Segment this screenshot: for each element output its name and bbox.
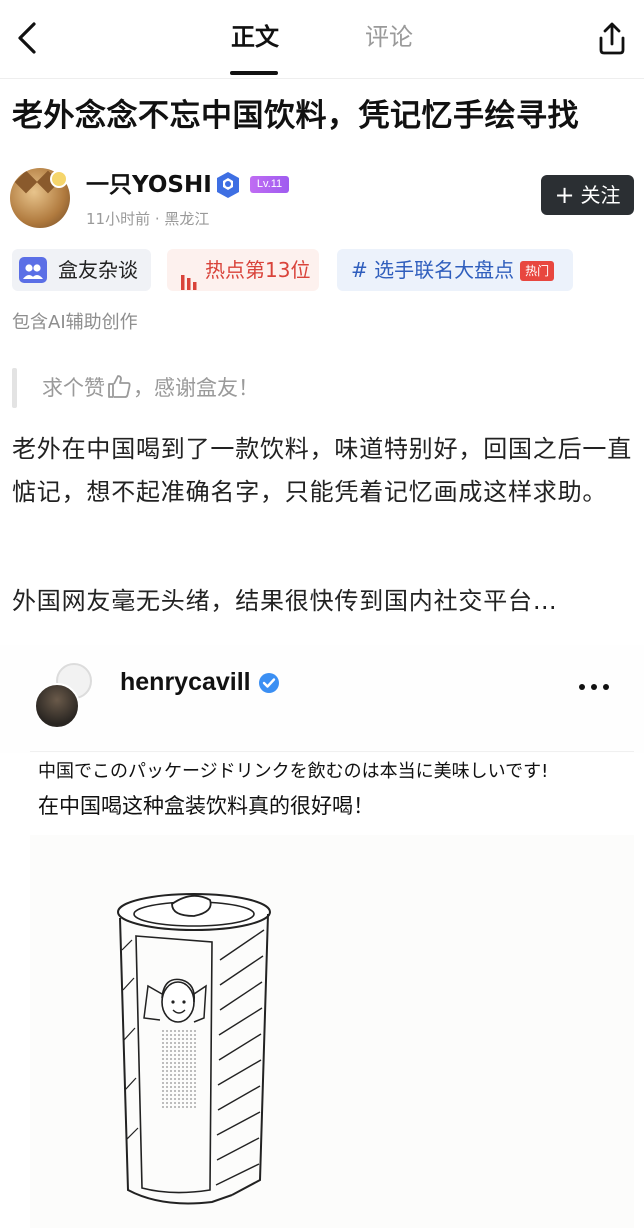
- more-options-icon: [577, 679, 611, 695]
- group-icon: [19, 257, 47, 283]
- caption-chinese: 在中国喝这种盒装饮料真的很好喝！: [38, 794, 374, 818]
- post-meta: 11小时前 · 黑龙江: [86, 210, 210, 228]
- topbar-divider: [0, 78, 644, 79]
- follow-label: 关注: [580, 183, 621, 207]
- tag-hot-label: 热点第13位: [205, 258, 311, 282]
- top-navigation-bar: 正文 评论: [0, 0, 644, 76]
- drink-carton-sketch: [117, 893, 271, 1205]
- hot-badge: 热门: [520, 261, 555, 281]
- quote-bar: [12, 368, 17, 408]
- embedded-post-image: henrycavill 中国でこのパッケージドリンクを飲むのは本当に美味しいです…: [0, 645, 644, 1228]
- body-paragraph-1: 老外在中国喝到了一款饮料，味道特别好，回国之后一直惦记，想不起准确名字，只能凭着…: [12, 435, 632, 506]
- article-title: 老外念念不忘中国饮料，凭记忆手绘寻找: [12, 98, 579, 134]
- body-paragraph-2: 外国网友毫无头绪，结果很快传到国内社交平台…: [12, 587, 558, 615]
- tab-comments[interactable]: 评论: [365, 20, 413, 54]
- embedded-user-avatar: [34, 683, 80, 729]
- author-name[interactable]: 一只YOSHI: [86, 170, 212, 200]
- tag-community-group[interactable]: 盒友杂谈: [12, 249, 151, 291]
- share-icon[interactable]: [594, 18, 630, 58]
- avatar-badge-icon: [50, 170, 68, 188]
- embedded-divider: [30, 751, 634, 752]
- quote-text-before: 求个赞: [42, 376, 105, 400]
- ai-assisted-note: 包含AI辅助创作: [12, 312, 138, 333]
- plus-icon: +: [554, 181, 575, 209]
- tag-hot-rank[interactable]: 热点第13位: [167, 249, 319, 291]
- level-badge: Lv.11: [250, 176, 289, 193]
- quote-text-after: ，感谢盒友！: [133, 376, 259, 400]
- verified-check-icon: [258, 672, 280, 694]
- embedded-username: henrycavill: [120, 668, 251, 696]
- drink-sketch-area: [30, 835, 634, 1228]
- active-tab-indicator: [230, 71, 278, 75]
- caption-japanese: 中国でこのパッケージドリンクを飲むのは本当に美味しいです!: [38, 761, 549, 782]
- trending-bars-icon: [180, 262, 198, 290]
- follow-button[interactable]: + 关注: [541, 175, 634, 215]
- thumbs-up-icon: [106, 373, 132, 399]
- back-icon[interactable]: [10, 18, 44, 58]
- tag-topic-label: # 选手联名大盘点: [351, 258, 515, 282]
- quote-text: 求个赞 ，感谢盒友！: [42, 372, 259, 404]
- tag-topic[interactable]: # 选手联名大盘点 热门: [337, 249, 573, 291]
- tag-group-label: 盒友杂谈: [58, 258, 138, 282]
- tab-article[interactable]: 正文: [231, 20, 279, 54]
- certified-badge-icon: [215, 171, 241, 199]
- embedded-post-header: henrycavill: [0, 645, 644, 753]
